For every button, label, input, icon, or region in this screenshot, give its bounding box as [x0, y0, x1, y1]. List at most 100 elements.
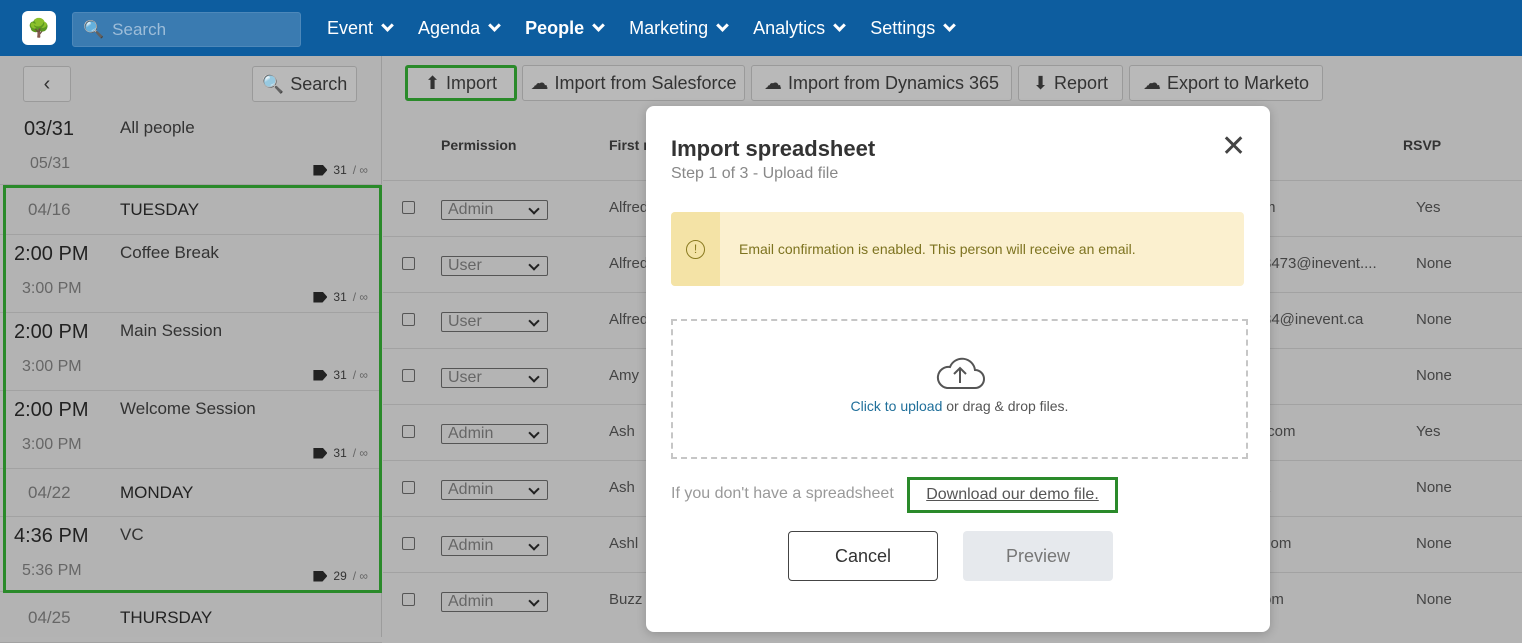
sidebar-day-header: 04/22 MONDAY: [0, 469, 382, 517]
first-name-cell: Alfred: [609, 255, 649, 272]
first-name-cell: Buzz: [609, 591, 643, 608]
rsvp-cell: Yes: [1416, 199, 1441, 216]
nav-event[interactable]: Event: [327, 18, 394, 39]
chevron-down-icon: [592, 19, 605, 32]
permission-select[interactable]: Admin: [441, 200, 548, 220]
nav-marketing[interactable]: Marketing: [629, 18, 730, 39]
rsvp-cell: Yes: [1416, 423, 1441, 440]
global-search-input[interactable]: 🔍 Search: [72, 12, 301, 47]
row-checkbox[interactable]: [402, 313, 415, 326]
rsvp-cell: None: [1416, 591, 1452, 608]
sidebar-text: Welcome Session: [120, 399, 256, 418]
sidebar-item-all-people[interactable]: 03/31 05/31 All people 31 / ∞: [0, 110, 382, 185]
chevron-down-icon: [381, 19, 394, 32]
row-checkbox[interactable]: [402, 201, 415, 214]
rsvp-cell: None: [1416, 535, 1452, 552]
sidebar-text: / ∞: [352, 569, 368, 583]
sidebar-text: 31: [333, 290, 347, 304]
nav-people[interactable]: People: [525, 18, 605, 39]
rsvp-cell: None: [1416, 367, 1452, 384]
row-checkbox[interactable]: [402, 593, 415, 606]
sidebar-text: 3:00 PM: [22, 280, 82, 297]
sidebar-text: 03/31: [24, 118, 75, 140]
sidebar-text: TUESDAY: [120, 200, 200, 219]
nav-agenda[interactable]: Agenda: [418, 18, 501, 39]
close-icon[interactable]: ✕: [1221, 132, 1246, 162]
email-cell: 3473@inevent....: [1263, 255, 1377, 272]
sidebar-text: Coffee Break: [120, 243, 219, 262]
permission-select[interactable]: User: [441, 312, 548, 332]
nav-settings[interactable]: Settings: [870, 18, 957, 39]
sidebar-text: / ∞: [352, 368, 368, 382]
sidebar-text: 2:00 PM: [14, 321, 89, 343]
search-icon: 🔍: [83, 19, 105, 39]
sidebar-day-header: 04/16 TUESDAY: [0, 185, 382, 235]
first-name-cell: Amy: [609, 367, 639, 384]
permission-select[interactable]: User: [441, 368, 548, 388]
sidebar-session-item[interactable]: 2:00 PM 3:00 PM Welcome Session 31 / ∞: [0, 391, 382, 469]
tag-icon: [313, 570, 328, 582]
search-icon: 🔍: [261, 73, 285, 94]
sidebar-text: 3:00 PM: [22, 358, 82, 375]
download-demo-link[interactable]: Download our demo file.: [907, 477, 1118, 513]
rsvp-cell: None: [1416, 479, 1452, 496]
email-cell: 34@inevent.ca: [1263, 311, 1364, 328]
permission-select[interactable]: Admin: [441, 592, 548, 612]
report-button[interactable]: ⬇ Report: [1018, 65, 1123, 101]
import-salesforce-button[interactable]: ☁ Import from Salesforce: [522, 65, 745, 101]
permission-select[interactable]: Admin: [441, 424, 548, 444]
sidebar-session-item[interactable]: 2:00 PM 3:00 PM Coffee Break 31 / ∞: [0, 235, 382, 313]
sidebar-text: / ∞: [352, 163, 368, 177]
sidebar-day-header: 04/25 THURSDAY: [0, 593, 382, 643]
sidebar-text: 5:36 PM: [22, 562, 82, 579]
row-checkbox[interactable]: [402, 537, 415, 550]
sidebar-text: / ∞: [352, 446, 368, 460]
first-name-cell: Ash: [609, 479, 635, 496]
row-checkbox[interactable]: [402, 369, 415, 382]
cloud-upload-icon: [936, 357, 985, 389]
alert-text: Email confirmation is enabled. This pers…: [739, 241, 1136, 257]
sidebar-text: 2:00 PM: [14, 243, 89, 265]
sidebar-text: 31: [333, 163, 347, 177]
sidebar-text: 31: [333, 368, 347, 382]
file-drop-zone[interactable]: Click to upload or drag & drop files.: [671, 319, 1248, 459]
sidebar-text: VC: [120, 525, 144, 544]
back-button[interactable]: ‹: [23, 66, 71, 102]
nav-analytics[interactable]: Analytics: [753, 18, 847, 39]
import-button[interactable]: ⬆ Import: [405, 65, 517, 101]
row-checkbox[interactable]: [402, 425, 415, 438]
permission-select[interactable]: Admin: [441, 536, 548, 556]
sidebar-text: 31: [333, 446, 347, 460]
upload-icon: ⬆: [424, 72, 441, 93]
preview-button[interactable]: Preview: [963, 531, 1113, 581]
sidebar-search-button[interactable]: 🔍 Search: [252, 66, 357, 102]
sidebar-text: All people: [120, 118, 195, 137]
sidebar-session-item[interactable]: 4:36 PM 5:36 PM VC 29 / ∞: [0, 517, 382, 592]
row-checkbox[interactable]: [402, 481, 415, 494]
chevron-down-icon: [943, 19, 957, 32]
app-logo[interactable]: 🌳: [22, 11, 56, 45]
row-checkbox[interactable]: [402, 257, 415, 270]
column-header-permission[interactable]: Permission: [441, 137, 516, 153]
chevron-down-icon: [716, 19, 730, 32]
sidebar-text: 2:00 PM: [14, 399, 89, 421]
import-dynamics-button[interactable]: ☁ Import from Dynamics 365: [751, 65, 1012, 101]
sidebar-text: 04/16: [28, 200, 71, 219]
chevron-down-icon: [488, 19, 501, 32]
first-name-cell: Ash: [609, 423, 635, 440]
sidebar-text: MONDAY: [120, 483, 194, 502]
tag-icon: [313, 164, 328, 176]
cloud-upload-icon: ☁: [763, 72, 782, 93]
cancel-button[interactable]: Cancel: [788, 531, 938, 581]
first-name-cell: Alfred: [609, 199, 649, 216]
column-header-rsvp[interactable]: RSVP: [1403, 137, 1441, 153]
sidebar-session-item[interactable]: 2:00 PM 3:00 PM Main Session 31 / ∞: [0, 313, 382, 391]
export-marketo-button[interactable]: ☁ Export to Marketo: [1129, 65, 1323, 101]
email-confirmation-alert: ! Email confirmation is enabled. This pe…: [671, 212, 1244, 286]
permission-select[interactable]: User: [441, 256, 548, 276]
first-name-cell: Alfred: [609, 311, 649, 328]
tag-icon: [313, 447, 328, 459]
warning-icon: !: [686, 240, 705, 259]
click-to-upload-link[interactable]: Click to upload: [851, 398, 943, 414]
permission-select[interactable]: Admin: [441, 480, 548, 500]
